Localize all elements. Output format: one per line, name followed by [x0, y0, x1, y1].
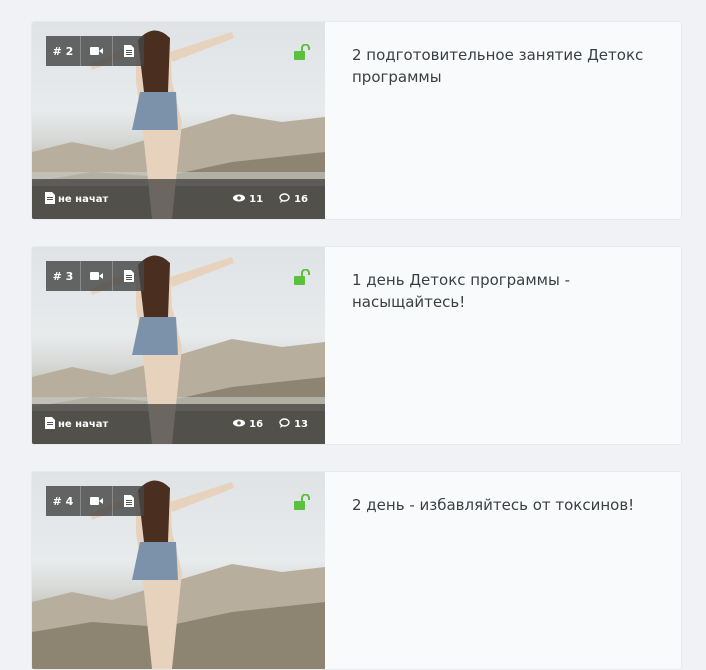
views-count: 16 — [249, 419, 264, 430]
lesson-title[interactable]: 2 день - избавляйтесь от токсинов! — [352, 494, 652, 516]
lesson-number-badge: # 2 — [46, 36, 81, 66]
eye-icon — [233, 419, 246, 430]
document-icon — [113, 486, 144, 516]
comments-count: 16 — [294, 194, 308, 205]
lesson-title[interactable]: 1 день Детокс программы - насыщайтесь! — [352, 269, 652, 313]
lesson-card[interactable]: # 4 2 день - избавляйтесь от токсинов! — [31, 471, 682, 670]
lesson-info-bar: не начат 11 16 — [32, 179, 325, 219]
document-icon — [45, 417, 55, 432]
lesson-thumbnail[interactable]: # 3 не начат 16 13 — [32, 247, 325, 444]
lesson-card[interactable]: # 3 не начат 16 13 1 день Детокс програм… — [31, 246, 682, 445]
lesson-thumbnail[interactable]: # 4 — [32, 472, 325, 669]
views-count: 11 — [249, 194, 264, 205]
lesson-number-badge: # 3 — [46, 261, 81, 291]
document-icon — [113, 261, 144, 291]
lesson-status: не начат — [58, 419, 109, 430]
unlock-icon — [293, 493, 311, 515]
lesson-thumbnail[interactable]: # 2 не начат 11 16 — [32, 22, 325, 219]
lesson-card[interactable]: # 2 не начат 11 16 2 подготовительное за… — [31, 21, 682, 220]
lesson-info-bar: не начат 16 13 — [32, 404, 325, 444]
lesson-title[interactable]: 2 подготовительное занятие Детокс програ… — [352, 44, 652, 88]
document-icon — [113, 36, 144, 66]
video-icon — [81, 486, 113, 516]
lesson-number-badge: # 4 — [46, 486, 81, 516]
document-icon — [45, 192, 55, 207]
comments-count: 13 — [294, 419, 308, 430]
lesson-status: не начат — [58, 194, 109, 205]
comment-icon — [279, 193, 290, 206]
unlock-icon — [293, 43, 311, 65]
unlock-icon — [293, 268, 311, 290]
comment-icon — [279, 418, 290, 431]
video-icon — [81, 36, 113, 66]
eye-icon — [233, 194, 246, 205]
video-icon — [81, 261, 113, 291]
